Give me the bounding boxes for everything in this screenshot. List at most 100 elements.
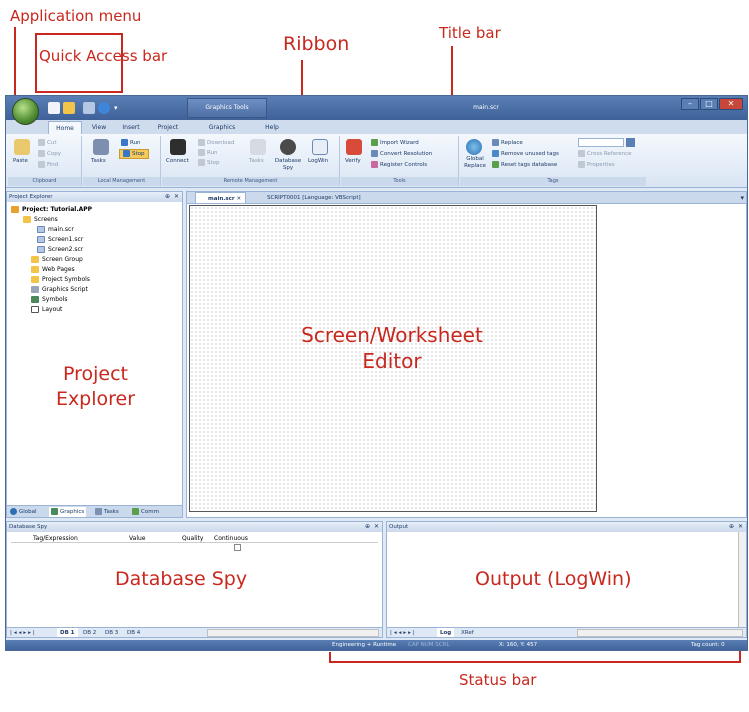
help-icon[interactable] bbox=[98, 102, 110, 114]
reset-tags-database-button[interactable]: Reset tags database bbox=[492, 161, 557, 169]
cross-reference-button[interactable]: Cross Reference bbox=[578, 150, 632, 158]
status-keys: CAP NUM SCRL bbox=[408, 642, 450, 648]
group-remote-management: Connect Download Run Stop Tasks Database… bbox=[162, 136, 340, 186]
open-folder-icon[interactable] bbox=[63, 102, 75, 114]
run-button[interactable]: Run bbox=[121, 139, 141, 147]
remote-tasks-icon[interactable] bbox=[250, 139, 266, 155]
tab-help[interactable]: Help bbox=[258, 121, 286, 134]
leader-quick-access-horizontal bbox=[35, 91, 122, 93]
global-replace-button[interactable]: Global Replace bbox=[463, 156, 487, 170]
chevron-down-icon[interactable]: ▾ bbox=[114, 102, 122, 114]
tree-item-web-pages[interactable]: Web Pages bbox=[31, 265, 75, 274]
cut-button[interactable]: Cut bbox=[38, 139, 56, 147]
tasks-button[interactable]: Tasks bbox=[91, 158, 106, 165]
database-spy-icon[interactable] bbox=[280, 139, 296, 155]
import-wizard-button[interactable]: Import Wizard bbox=[371, 139, 419, 147]
logwin-icon[interactable] bbox=[312, 139, 328, 155]
paste-button[interactable]: Paste bbox=[13, 158, 28, 165]
tab-tasks[interactable]: Tasks bbox=[95, 507, 119, 517]
new-icon[interactable] bbox=[48, 102, 60, 114]
pin-icon[interactable]: ⊕ bbox=[365, 522, 370, 532]
sheet-db1[interactable]: DB 1 bbox=[57, 628, 78, 637]
tree-item-symbols[interactable]: Symbols bbox=[31, 295, 67, 304]
leader-quick-access-vertical bbox=[35, 33, 37, 93]
database-spy-header: Database Spy bbox=[7, 522, 382, 532]
tab-global[interactable]: Global bbox=[10, 507, 37, 517]
tree-item-screen2[interactable]: Screen2.scr bbox=[37, 245, 83, 254]
paste-icon[interactable] bbox=[14, 139, 30, 155]
find-button[interactable]: Find bbox=[38, 161, 58, 169]
tree-item-screens[interactable]: Screens bbox=[23, 215, 58, 224]
group-tools: Verify Import Wizard Convert Resolution … bbox=[341, 136, 459, 186]
tab-project[interactable]: Project bbox=[150, 121, 186, 134]
tab-home[interactable]: Home bbox=[48, 121, 82, 134]
graphics-icon bbox=[51, 508, 58, 515]
close-icon[interactable]: ✕ bbox=[738, 522, 743, 532]
pin-icon[interactable]: ⊕ bbox=[165, 192, 170, 202]
output-vertical-scrollbar[interactable] bbox=[738, 532, 746, 628]
output-nav-arrows[interactable]: |◂◂▸▸| bbox=[390, 628, 417, 637]
output-horizontal-scrollbar[interactable] bbox=[577, 629, 743, 637]
globe-icon[interactable] bbox=[466, 139, 482, 155]
tree-item-graphics-script[interactable]: Graphics Script bbox=[31, 285, 88, 294]
continuous-checkbox[interactable] bbox=[234, 544, 241, 551]
remote-stop-button[interactable]: Stop bbox=[198, 159, 220, 167]
minimize-button[interactable]: – bbox=[681, 98, 699, 110]
ribbon-tab-row: Home View Insert Project Graphics Help bbox=[6, 120, 747, 134]
verify-icon[interactable] bbox=[346, 139, 362, 155]
tab-main-scr[interactable]: main.scr ✕ bbox=[195, 192, 247, 204]
sheet-db4[interactable]: DB 4 bbox=[127, 628, 140, 637]
maximize-button[interactable]: □ bbox=[700, 98, 718, 110]
sheet-nav-arrows[interactable]: |◂◂▸▸| bbox=[10, 628, 37, 637]
tab-graphics[interactable]: Graphics bbox=[198, 121, 246, 134]
verify-button[interactable]: Verify bbox=[345, 158, 361, 165]
tab-script0001[interactable]: SCRIPT0001 [Language: VBScript] bbox=[255, 192, 361, 204]
column-tag-expression: Tag/Expression bbox=[33, 535, 78, 542]
window-title: main.scr bbox=[473, 104, 499, 111]
connect-button[interactable]: Connect bbox=[166, 158, 189, 165]
close-icon[interactable]: ✕ bbox=[374, 522, 379, 532]
pin-icon[interactable]: ⊕ bbox=[729, 522, 734, 532]
chevron-down-icon[interactable]: ▾ bbox=[740, 192, 744, 204]
database-spy-button[interactable]: Database Spy bbox=[273, 158, 303, 172]
tree-item-project-symbols[interactable]: Project Symbols bbox=[31, 275, 90, 284]
copy-button[interactable]: Copy bbox=[38, 150, 61, 158]
tree-item-screen-group[interactable]: Screen Group bbox=[31, 255, 83, 264]
tasks-icon[interactable] bbox=[93, 139, 109, 155]
remote-run-button[interactable]: Run bbox=[198, 149, 218, 157]
remove-unused-tags-button[interactable]: Remove unused tags bbox=[492, 150, 559, 158]
folder-icon bbox=[31, 266, 39, 273]
sheet-db2[interactable]: DB 2 bbox=[83, 628, 96, 637]
close-icon[interactable]: ✕ bbox=[174, 192, 179, 202]
properties-button[interactable]: Properties bbox=[578, 161, 615, 169]
tag-browse-icon[interactable] bbox=[626, 138, 635, 147]
tab-graphics-explorer[interactable]: Graphics bbox=[49, 507, 87, 517]
screen-icon bbox=[37, 236, 45, 243]
application-menu-button[interactable] bbox=[12, 98, 39, 125]
save-icon[interactable] bbox=[83, 102, 95, 114]
spy-horizontal-scrollbar[interactable] bbox=[207, 629, 379, 637]
column-value: Value bbox=[129, 535, 146, 542]
tree-item-screen1[interactable]: Screen1.scr bbox=[37, 235, 83, 244]
import-icon bbox=[371, 139, 378, 146]
download-button[interactable]: Download bbox=[198, 139, 234, 147]
tab-comm[interactable]: Comm bbox=[132, 507, 159, 517]
tab-log[interactable]: Log bbox=[437, 628, 455, 637]
annotation-status-bar: Status bar bbox=[459, 671, 537, 689]
tree-item-project[interactable]: Project: Tutorial.APP bbox=[11, 205, 92, 214]
remote-tasks-button[interactable]: Tasks bbox=[249, 158, 264, 165]
tree-item-main-scr[interactable]: main.scr bbox=[37, 225, 74, 234]
convert-resolution-button[interactable]: Convert Resolution bbox=[371, 150, 432, 158]
tab-insert[interactable]: Insert bbox=[116, 121, 146, 134]
tab-xref[interactable]: XRef bbox=[461, 628, 474, 637]
register-controls-button[interactable]: Register Controls bbox=[371, 161, 427, 169]
sheet-db3[interactable]: DB 3 bbox=[105, 628, 118, 637]
replace-button[interactable]: Replace bbox=[492, 139, 523, 147]
stop-button[interactable]: Stop bbox=[119, 149, 149, 159]
connect-icon[interactable] bbox=[170, 139, 186, 155]
tab-view[interactable]: View bbox=[86, 121, 112, 134]
logwin-button[interactable]: LogWin bbox=[308, 158, 328, 165]
tree-item-layout[interactable]: Layout bbox=[31, 305, 62, 314]
close-button[interactable]: ✕ bbox=[719, 98, 743, 110]
tag-search-input[interactable] bbox=[578, 138, 624, 147]
